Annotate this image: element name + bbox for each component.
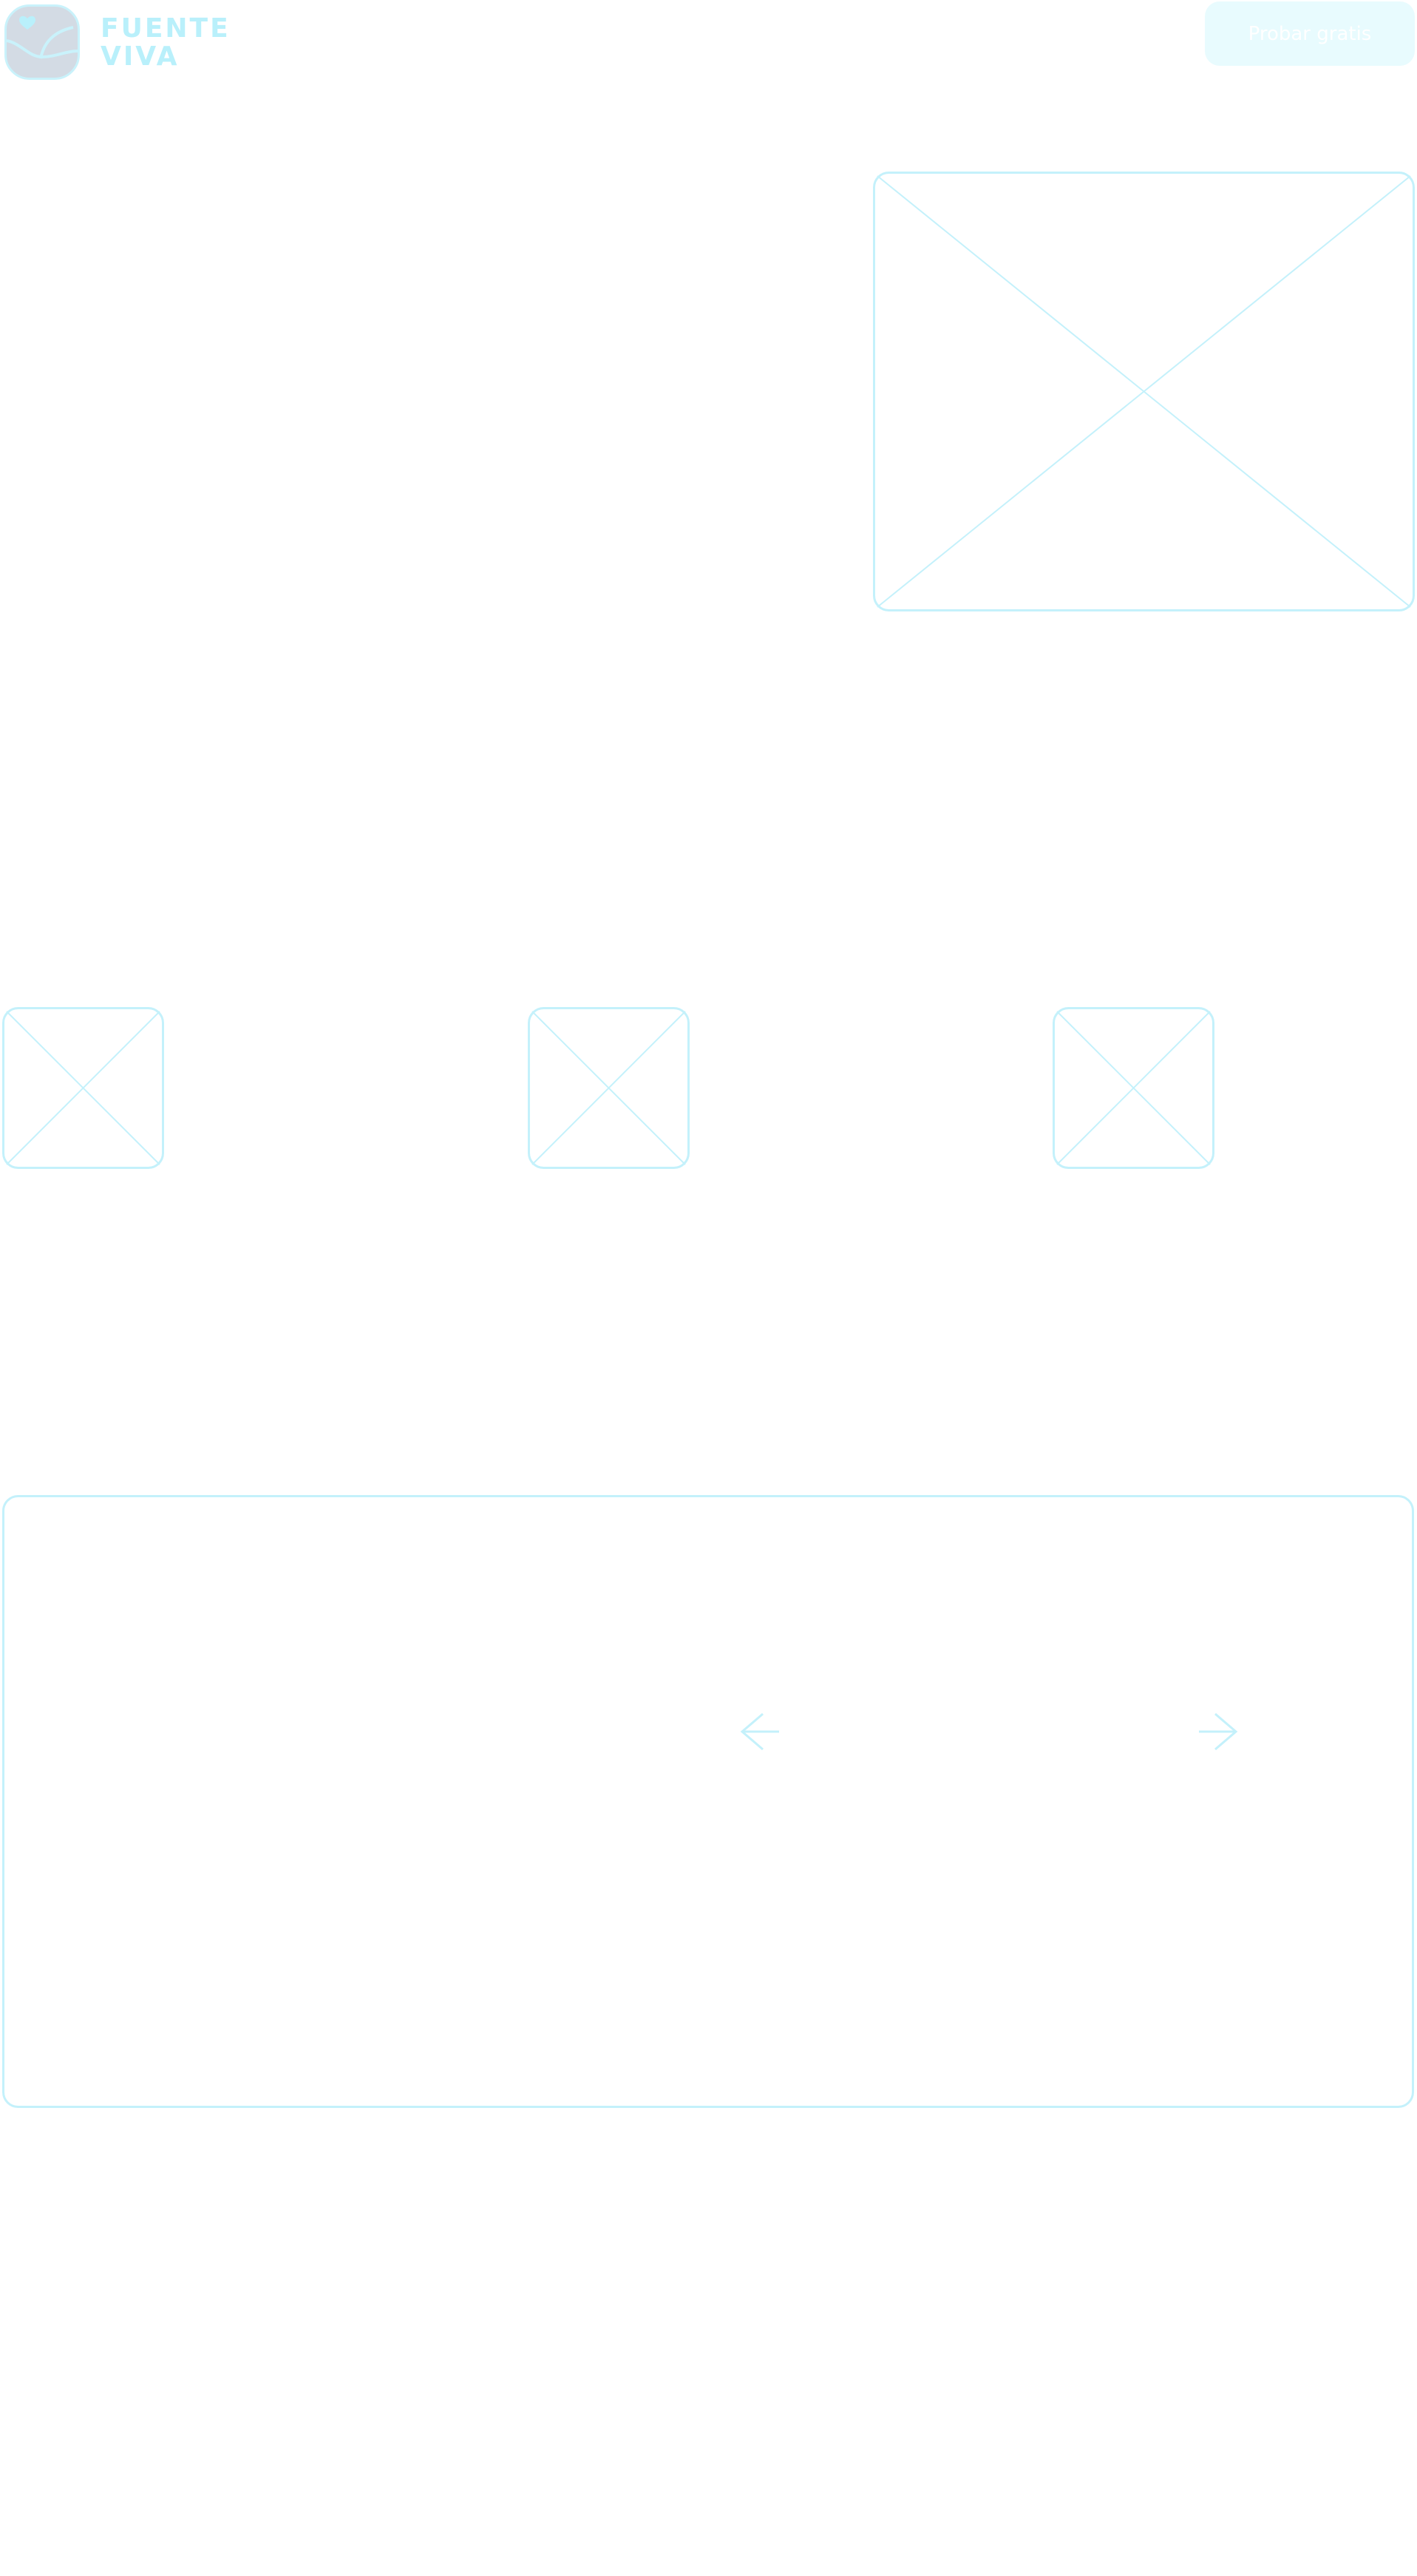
brand-wordmark[interactable]: FUENTE VIVA [101,15,231,71]
image-placeholder-icon [1053,1007,1214,1169]
arrow-left-icon [740,1712,779,1751]
carousel-next-button[interactable] [1197,1711,1239,1752]
carousel-border [2,1495,1414,2108]
feature-image-placeholder-2 [528,1007,690,1169]
image-placeholder-icon [873,172,1415,611]
image-placeholder-icon [528,1007,690,1169]
try-free-button[interactable]: Probar gratis [1205,1,1415,66]
carousel-frame [2,1495,1414,2108]
image-placeholder-icon [2,1007,164,1169]
brand-line-2: VIVA [101,41,180,72]
heart-waves-logo-icon [7,16,78,59]
feature-image-placeholder-3 [1053,1007,1214,1169]
arrow-right-icon [1199,1712,1238,1751]
brand-logo-icon[interactable] [4,4,80,80]
carousel-prev-button[interactable] [739,1711,781,1752]
feature-image-placeholder-1 [2,1007,164,1169]
brand-line-1: FUENTE [101,13,231,44]
hero-image-placeholder [873,172,1415,611]
